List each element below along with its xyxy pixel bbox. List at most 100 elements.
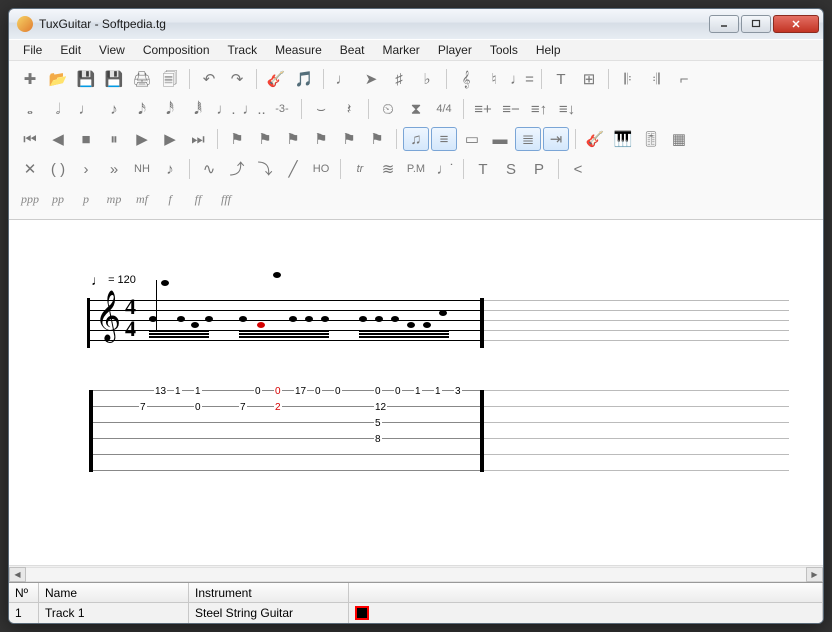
- tie-icon[interactable]: ⌣: [308, 97, 334, 121]
- repeat-open-icon[interactable]: 𝄆: [615, 67, 641, 91]
- minimize-button[interactable]: [709, 15, 739, 33]
- grace-note-icon[interactable]: ♪: [157, 157, 183, 181]
- voice-2-icon[interactable]: 🎵: [291, 67, 317, 91]
- track-last-icon[interactable]: ≡↓: [554, 97, 580, 121]
- save-as-icon[interactable]: 💾: [101, 67, 127, 91]
- chord-icon[interactable]: ⊞: [576, 67, 602, 91]
- dynamic-mf[interactable]: mf: [129, 187, 155, 211]
- marker-prev-icon[interactable]: ⚑: [308, 127, 334, 151]
- heavy-accent-icon[interactable]: »: [101, 157, 127, 181]
- stop-icon[interactable]: ■: [73, 127, 99, 151]
- staccato-icon[interactable]: ♩̇: [431, 157, 457, 181]
- eighth-note-icon[interactable]: ♪: [101, 97, 127, 121]
- remove-track-icon[interactable]: ≡−: [498, 97, 524, 121]
- count-icon[interactable]: ⧗: [403, 97, 429, 121]
- popping-icon[interactable]: P: [526, 157, 552, 181]
- layout-page-icon[interactable]: ▭: [459, 127, 485, 151]
- dynamic-fff[interactable]: fff: [213, 187, 239, 211]
- first-icon[interactable]: ⏮: [17, 127, 43, 151]
- tuplet-icon[interactable]: -3-: [269, 97, 295, 121]
- piano-icon[interactable]: 🎹: [610, 127, 636, 151]
- tapping-icon[interactable]: T: [470, 157, 496, 181]
- fade-in-icon[interactable]: <: [565, 157, 591, 181]
- palm-mute-icon[interactable]: P.M: [403, 157, 429, 181]
- slide-icon[interactable]: ╱: [280, 157, 306, 181]
- dynamic-p[interactable]: p: [73, 187, 99, 211]
- whole-note-icon[interactable]: 𝅝: [17, 97, 43, 121]
- scroll-track[interactable]: [26, 567, 806, 582]
- menu-help[interactable]: Help: [528, 41, 569, 59]
- selected-note[interactable]: [257, 322, 265, 328]
- col-header-name[interactable]: Name: [39, 583, 189, 602]
- scroll-right-icon[interactable]: ▶: [806, 567, 823, 582]
- bend-icon[interactable]: ⤴: [224, 157, 250, 181]
- tab-fret-number[interactable]: 0: [274, 386, 282, 397]
- menu-marker[interactable]: Marker: [374, 41, 427, 59]
- tab-fret-number[interactable]: 1: [174, 386, 182, 397]
- hammer-icon[interactable]: HO: [308, 157, 334, 181]
- menu-track[interactable]: Track: [220, 41, 266, 59]
- cursor-icon[interactable]: ➤: [358, 67, 384, 91]
- tab-fret-number[interactable]: 7: [139, 402, 147, 413]
- tab-fret-number[interactable]: 5: [374, 418, 382, 429]
- timesig-icon[interactable]: 4/4: [431, 97, 457, 121]
- tempo-icon[interactable]: ♩=: [509, 67, 535, 91]
- tab-fret-number[interactable]: 0: [194, 402, 202, 413]
- menu-beat[interactable]: Beat: [332, 41, 373, 59]
- tab-fret-number[interactable]: 1: [434, 386, 442, 397]
- close-button[interactable]: [773, 15, 819, 33]
- half-note-icon[interactable]: 𝅗𝅥: [45, 97, 71, 121]
- track-row[interactable]: 1 Track 1 Steel String Guitar: [9, 603, 823, 623]
- tab-fret-number[interactable]: 3: [454, 386, 462, 397]
- dynamic-f[interactable]: f: [157, 187, 183, 211]
- marker-first-icon[interactable]: ⚑: [280, 127, 306, 151]
- marker-next-icon[interactable]: ⚑: [336, 127, 362, 151]
- thirtysecond-note-icon[interactable]: 𝅘𝅥𝅰: [157, 97, 183, 121]
- clef-icon[interactable]: 𝄞: [453, 67, 479, 91]
- dynamic-mp[interactable]: mp: [101, 187, 127, 211]
- last-icon[interactable]: ⏭: [185, 127, 211, 151]
- tremolo-bar-icon[interactable]: ⤵: [252, 157, 278, 181]
- tab-fret-number[interactable]: 0: [314, 386, 322, 397]
- next-icon[interactable]: ▶: [157, 127, 183, 151]
- sixtyfourth-note-icon[interactable]: 𝅘𝅥𝅱: [185, 97, 211, 121]
- tab-fret-number[interactable]: 8: [374, 434, 382, 445]
- layout-compact-icon[interactable]: ⇥: [543, 127, 569, 151]
- layout-linear-icon[interactable]: ▬: [487, 127, 513, 151]
- dynamic-pp[interactable]: pp: [45, 187, 71, 211]
- dynamic-ff[interactable]: ff: [185, 187, 211, 211]
- tremolo-picking-icon[interactable]: ≋: [375, 157, 401, 181]
- marker-last-icon[interactable]: ⚑: [364, 127, 390, 151]
- scroll-left-icon[interactable]: ◀: [9, 567, 26, 582]
- dotted-icon[interactable]: ♩.: [213, 97, 239, 121]
- horizontal-scrollbar[interactable]: ◀ ▶: [9, 565, 823, 582]
- tab-fret-number[interactable]: 1: [414, 386, 422, 397]
- vibrato-icon[interactable]: ∿: [196, 157, 222, 181]
- print-icon[interactable]: 🖨: [129, 67, 155, 91]
- matrix-icon[interactable]: ▦: [666, 127, 692, 151]
- metronome-icon[interactable]: ⏲: [375, 97, 401, 121]
- dynamic-ppp[interactable]: ppp: [17, 187, 43, 211]
- track-row-timeline[interactable]: [349, 603, 823, 623]
- pause-icon[interactable]: ⏸: [101, 127, 127, 151]
- marker-add-icon[interactable]: ⚑: [224, 127, 250, 151]
- rest-icon[interactable]: 𝄽: [336, 97, 362, 121]
- play-icon[interactable]: ▶: [129, 127, 155, 151]
- voice-1-icon[interactable]: 🎸: [263, 67, 289, 91]
- menu-edit[interactable]: Edit: [52, 41, 89, 59]
- add-track-icon[interactable]: ≡+: [470, 97, 496, 121]
- dead-note-icon[interactable]: ✕: [17, 157, 43, 181]
- redo-icon[interactable]: ↷: [224, 67, 250, 91]
- sixteenth-note-icon[interactable]: 𝅘𝅥𝅯: [129, 97, 155, 121]
- menu-measure[interactable]: Measure: [267, 41, 330, 59]
- menu-file[interactable]: File: [15, 41, 50, 59]
- note-icon[interactable]: ♩: [330, 67, 356, 91]
- mixer-icon[interactable]: 🎚: [638, 127, 664, 151]
- track-color-swatch[interactable]: [355, 606, 369, 620]
- undo-icon[interactable]: ↶: [196, 67, 222, 91]
- menu-view[interactable]: View: [91, 41, 133, 59]
- text-icon[interactable]: T: [548, 67, 574, 91]
- tab-fret-number[interactable]: 0: [374, 386, 382, 397]
- tab-fret-number[interactable]: 1: [194, 386, 202, 397]
- repeat-alt-icon[interactable]: ⌐: [671, 67, 697, 91]
